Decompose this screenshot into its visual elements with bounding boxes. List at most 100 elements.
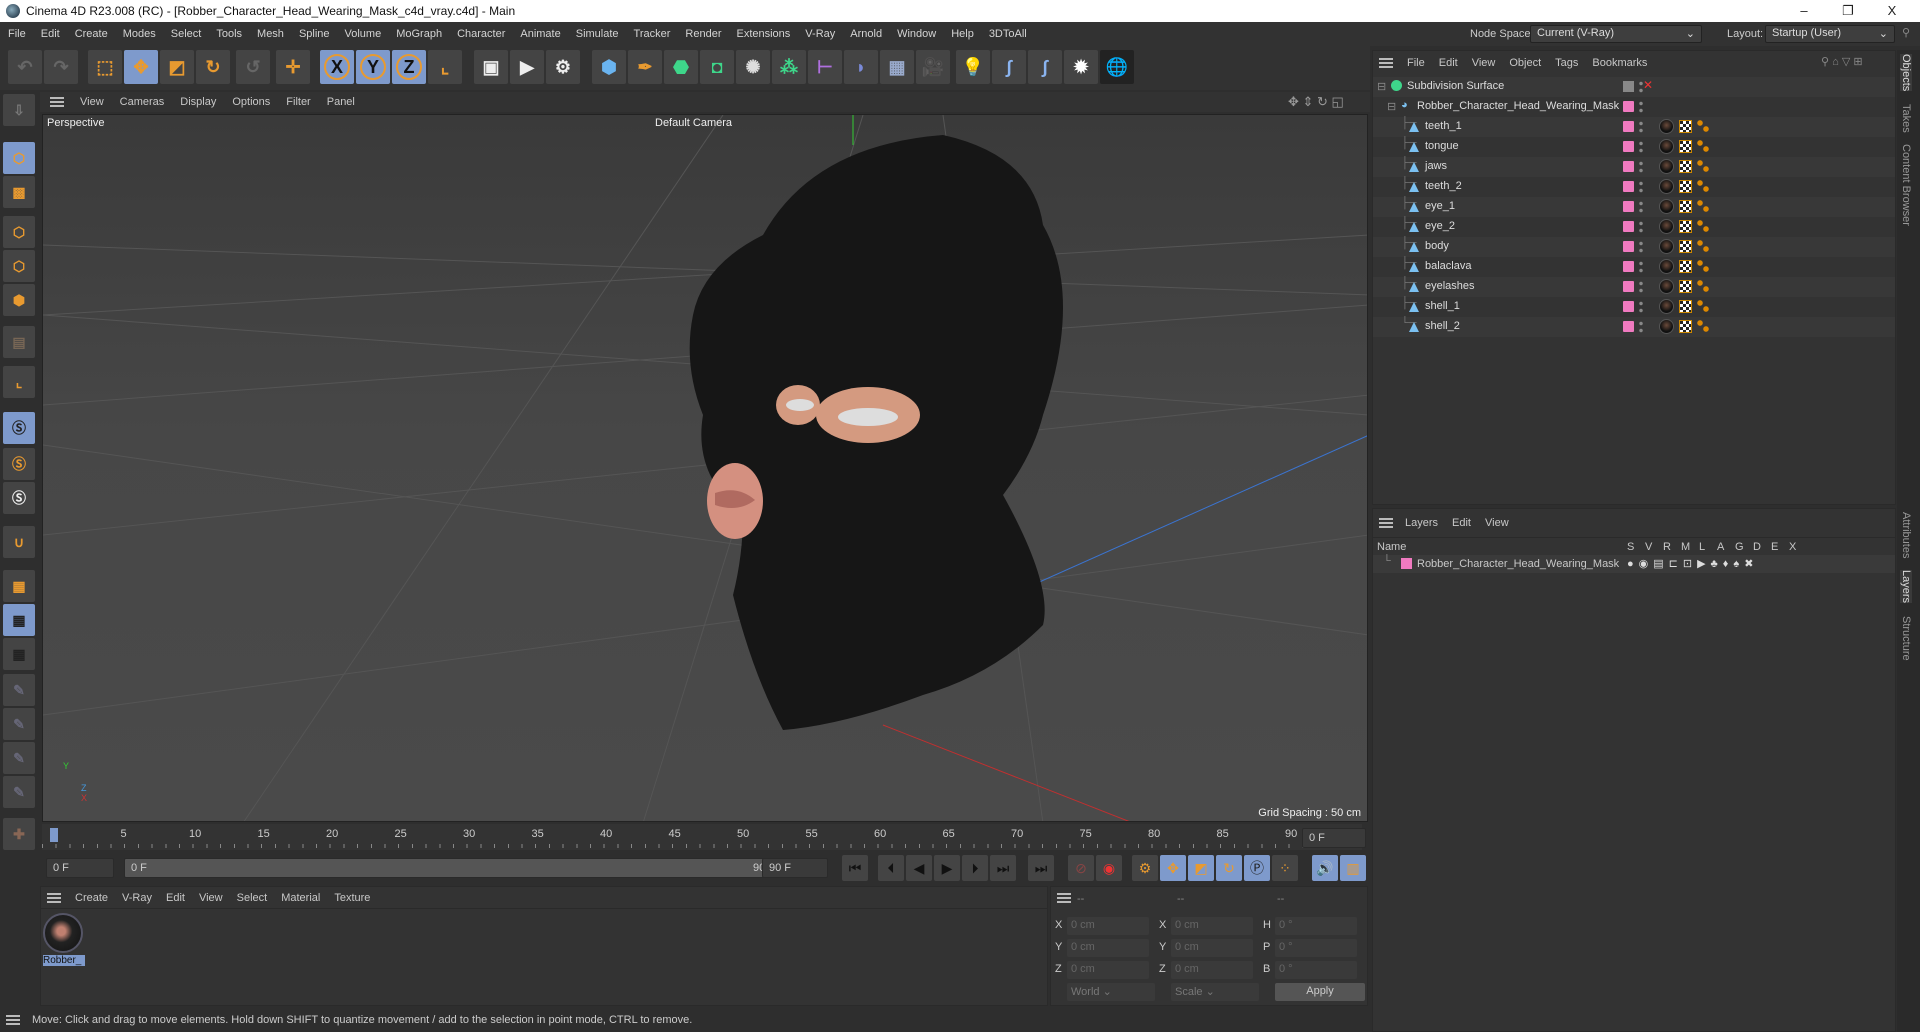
tab-structure[interactable]: Structure [1900,616,1912,661]
vray-tag-icon[interactable] [1697,320,1709,332]
go-to-start-icon[interactable]: ⏮ [842,855,868,881]
render-settings-icon[interactable]: ⚙ [546,50,580,84]
model-mode-icon[interactable]: ⬡ [3,142,35,174]
uvw-tag-icon[interactable] [1679,120,1692,133]
material-tag-icon[interactable] [1659,319,1674,334]
uvw-tag-icon[interactable] [1679,160,1692,173]
viewport-menu-panel[interactable]: Panel [327,96,355,108]
layer-menu-layers[interactable]: Layers [1405,517,1438,529]
layer-col-v[interactable]: V [1645,541,1652,553]
pin-r-icon[interactable]: ✎ [3,742,35,774]
cube-icon[interactable]: ⬢ [592,50,626,84]
object-row-teeth_1[interactable]: ├─ teeth_1 [1373,117,1895,137]
scale-tool-icon[interactable]: ◩ [160,50,194,84]
mat-menu-texture[interactable]: Texture [334,892,370,904]
current-frame-field[interactable]: 0 F [1302,828,1366,848]
minimize-button[interactable]: – [1782,0,1826,22]
layer-col-l[interactable]: L [1699,541,1705,553]
rot-b-field[interactable]: 0 ° [1275,961,1357,979]
undo-icon[interactable]: ↶ [8,50,42,84]
material-tag-icon[interactable] [1659,299,1674,314]
autokey-icon[interactable]: ◉ [1096,855,1122,881]
extrude-icon[interactable]: ◘ [700,50,734,84]
key-parameter-icon[interactable]: Ⓟ [1244,855,1270,881]
hamburger-icon[interactable] [6,1015,20,1025]
material-tag-icon[interactable] [1659,259,1674,274]
visibility-dots[interactable] [1639,300,1643,314]
viewport-nav-icons[interactable]: ✥ ⇕ ↻ ◱ [1288,94,1344,110]
vray-tag-icon[interactable] [1697,120,1709,132]
menu-mesh[interactable]: Mesh [257,28,284,40]
layer-color-swatch[interactable] [1401,558,1412,569]
pen-spline-icon[interactable]: ✒ [628,50,662,84]
vray-tag-icon[interactable] [1697,280,1709,292]
obj-menu-edit[interactable]: Edit [1439,57,1458,69]
layer-col-a[interactable]: A [1717,541,1724,553]
mat-menu-select[interactable]: Select [237,892,268,904]
vray-tag-icon[interactable] [1697,300,1709,312]
edges-mode-icon[interactable]: ⬡ [3,250,35,282]
menu-help[interactable]: Help [951,28,974,40]
rotate-tool-icon[interactable]: ↻ [196,50,230,84]
menu-file[interactable]: File [8,28,26,40]
uvw-tag-icon[interactable] [1679,260,1692,273]
uvw-tag-icon[interactable] [1679,280,1692,293]
apply-button[interactable]: Apply [1275,983,1365,1001]
visibility-dots[interactable] [1639,320,1643,334]
layer-color-swatch[interactable] [1623,281,1634,292]
python-generator-icon[interactable]: ∫ [1028,50,1062,84]
object-row-eyelashes[interactable]: ├─ eyelashes [1373,277,1895,297]
edit-toggle-icon[interactable] [1623,81,1634,92]
mat-menu-material[interactable]: Material [281,892,320,904]
hamburger-icon[interactable] [1379,518,1393,528]
magnet-icon[interactable]: ∪ [3,526,35,558]
deformer-icon[interactable]: ⊢ [808,50,842,84]
camera-name[interactable]: Default Camera [655,117,732,129]
object-row-jaws[interactable]: ├─ jaws [1373,157,1895,177]
obj-menu-bookmarks[interactable]: Bookmarks [1592,57,1647,69]
vray-tag-icon[interactable] [1697,200,1709,212]
viewport-menu-cameras[interactable]: Cameras [120,96,165,108]
vray-tag-icon[interactable] [1697,220,1709,232]
y-axis-lock-button[interactable]: Y [356,50,390,84]
key-scale-icon[interactable]: ◩ [1188,855,1214,881]
bend-icon[interactable]: ◗ [844,50,878,84]
z-axis-lock-button[interactable]: Z [392,50,426,84]
vray-tag-icon[interactable] [1697,260,1709,272]
coordinate-system-icon[interactable]: ⌞ [428,50,462,84]
render-view-icon[interactable]: ▣ [474,50,508,84]
uvw-tag-icon[interactable] [1679,320,1692,333]
floor-icon[interactable]: ▦ [880,50,914,84]
transform-tool-icon[interactable]: ✛ [276,50,310,84]
snap-enable-icon[interactable]: Ⓢ [3,482,35,514]
material-tag-icon[interactable] [1659,199,1674,214]
material-swatch[interactable]: Robber_ [43,913,85,969]
menu-render[interactable]: Render [685,28,721,40]
selection-tool-icon[interactable]: ⬚ [88,50,122,84]
layer-color-swatch[interactable] [1623,121,1634,132]
hamburger-icon[interactable] [47,892,61,903]
material-tag-icon[interactable] [1659,239,1674,254]
object-row-group[interactable]: ⊟ ◕ Robber_Character_Head_Wearing_Mask [1373,97,1895,117]
camera-icon[interactable]: 🎥 [916,50,950,84]
axis-mode-icon[interactable]: ⌞ [3,366,35,398]
pin-target-icon[interactable]: ✎ [3,776,35,808]
timeline-ruler[interactable]: 051015202530354045505560657075808590 [42,824,1362,850]
maximize-button[interactable]: ❐ [1826,0,1870,22]
redo-icon[interactable]: ↷ [44,50,78,84]
hamburger-icon[interactable] [50,97,64,107]
visibility-dots[interactable] [1639,280,1643,294]
material-tag-icon[interactable] [1659,179,1674,194]
name-column-header[interactable]: Name [1377,541,1406,553]
layer-color-swatch[interactable] [1623,241,1634,252]
object-row-eye_1[interactable]: ├─ eye_1 [1373,197,1895,217]
material-tag-icon[interactable] [1659,119,1674,134]
layer-color-swatch[interactable] [1623,261,1634,272]
python-icon[interactable]: ∫ [992,50,1026,84]
menu-create[interactable]: Create [75,28,108,40]
menu-volume[interactable]: Volume [345,28,382,40]
layer-toggle-icons[interactable]: ●◉▤⊏⊡▶♣♦♠✖ [1627,557,1758,570]
tab-objects[interactable]: Objects [1900,54,1912,92]
uvw-tag-icon[interactable] [1679,140,1692,153]
node-space-dropdown[interactable]: Current (V-Ray) ⌄ [1530,25,1702,43]
